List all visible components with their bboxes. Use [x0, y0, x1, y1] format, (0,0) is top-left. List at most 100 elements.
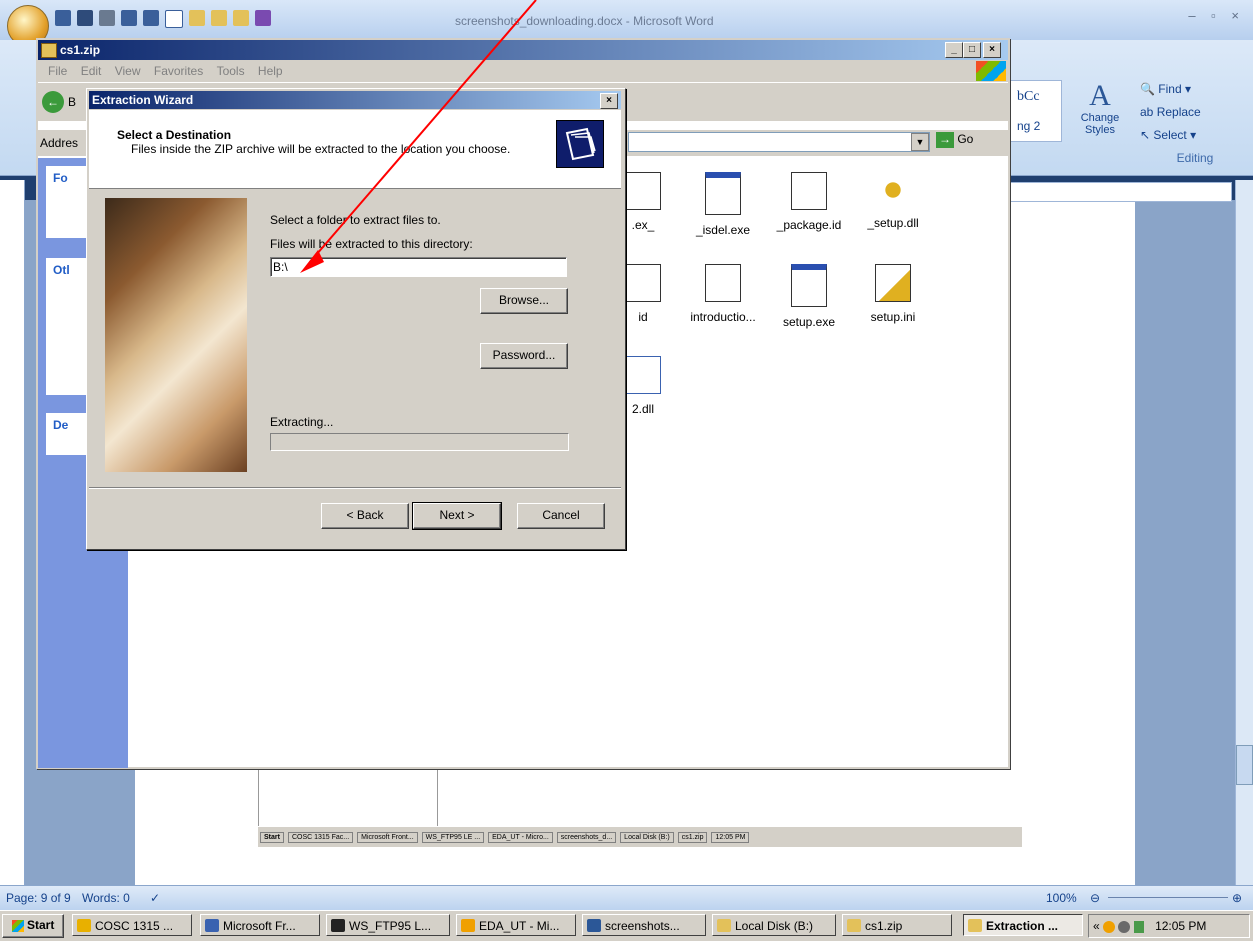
- quick-access-toolbar: [55, 10, 271, 30]
- file-name: id: [638, 310, 648, 324]
- file-item[interactable]: setup.exe: [764, 264, 854, 329]
- save-icon[interactable]: [55, 10, 71, 26]
- zip-folder-icon: [847, 919, 861, 932]
- new-document-icon[interactable]: [165, 10, 183, 28]
- browser-icon: [461, 919, 475, 932]
- menu-edit[interactable]: Edit: [81, 64, 102, 78]
- address-dropdown-icon[interactable]: ▼: [911, 133, 929, 151]
- wizard-subheading: Files inside the ZIP archive will be ext…: [131, 142, 511, 156]
- file-item[interactable]: introductio...: [678, 264, 768, 324]
- proofing-icon[interactable]: ✓: [150, 891, 160, 905]
- extracting-label: Extracting...: [270, 415, 334, 429]
- select-label: Select: [1153, 128, 1187, 142]
- taskbar-item-active[interactable]: Extraction ...: [963, 914, 1083, 936]
- word-count[interactable]: Words: 0: [82, 891, 130, 905]
- embedded-start-button: Start: [260, 831, 284, 843]
- back-button[interactable]: < Back: [321, 503, 409, 529]
- redo-icon[interactable]: [99, 10, 115, 26]
- address-input[interactable]: ▼: [628, 132, 930, 152]
- tray-expand-icon[interactable]: «: [1093, 919, 1100, 933]
- document-icon: [705, 264, 741, 302]
- destination-directory-input[interactable]: [270, 257, 567, 277]
- taskbar-item[interactable]: cs1.zip: [842, 914, 952, 936]
- taskbar-item[interactable]: WS_FTP95 L...: [326, 914, 450, 936]
- taskbar-item[interactable]: EDA_UT - Mi...: [456, 914, 576, 936]
- close-button[interactable]: ×: [983, 42, 1001, 58]
- find-label: Find: [1158, 82, 1182, 96]
- file-name: _package.id: [776, 218, 842, 232]
- menu-help[interactable]: Help: [258, 64, 283, 78]
- word-document-icon: [587, 919, 601, 932]
- wizard-close-button[interactable]: ×: [600, 93, 618, 109]
- print-preview-icon[interactable]: [143, 10, 159, 26]
- cancel-button[interactable]: Cancel: [517, 503, 605, 529]
- file-item[interactable]: _package.id: [764, 172, 854, 232]
- embedded-taskbar-image: Start COSC 1315 Fac... Microsoft Front..…: [258, 826, 1022, 847]
- password-button[interactable]: Password...: [480, 343, 568, 369]
- next-button[interactable]: Next >: [412, 502, 502, 530]
- edit-icon[interactable]: [211, 10, 227, 26]
- scrollbar-thumb[interactable]: [1236, 745, 1253, 785]
- tray-app-icon[interactable]: [1103, 920, 1116, 933]
- windows-flag-icon: [11, 919, 24, 932]
- tray-network-icon[interactable]: [1118, 920, 1131, 933]
- maximize-button[interactable]: □: [963, 42, 981, 58]
- system-tray: « 12:05 PM: [1088, 914, 1250, 938]
- go-button[interactable]: → Go: [936, 132, 973, 148]
- file-name: _setup.dll: [867, 216, 919, 230]
- embedded-clock: 12:05 PM: [711, 831, 750, 843]
- embedded-task: screenshots_d...: [556, 831, 617, 843]
- file-name: .ex_: [631, 218, 655, 232]
- dll-gear-icon: [876, 172, 910, 208]
- back-label[interactable]: B: [68, 95, 76, 109]
- task-label: Extraction ...: [986, 919, 1059, 933]
- clock[interactable]: 12:05 PM: [1155, 919, 1206, 933]
- editing-group: 🔍 Find ▾ ab Replace ↖ Select ▾ Editing: [1140, 78, 1250, 170]
- page-count[interactable]: Page: 9 of 9: [6, 891, 71, 905]
- menu-file[interactable]: File: [48, 64, 67, 78]
- file-item[interactable]: setup.ini: [848, 264, 938, 324]
- styles-gallery[interactable]: bCc ng 2: [1010, 80, 1062, 142]
- file-name: introductio...: [690, 310, 756, 324]
- spelling-icon[interactable]: [255, 10, 271, 26]
- taskbar-item[interactable]: screenshots...: [582, 914, 706, 936]
- wizard-separator: [89, 487, 621, 489]
- task-label: cs1.zip: [865, 919, 903, 933]
- print-icon[interactable]: [121, 10, 137, 26]
- zoom-in-icon[interactable]: ⊕: [1232, 891, 1242, 905]
- open-icon[interactable]: [189, 10, 205, 26]
- menu-tools[interactable]: Tools: [217, 64, 245, 78]
- taskbar-item[interactable]: Local Disk (B:): [712, 914, 836, 936]
- start-button[interactable]: Start: [2, 914, 64, 938]
- back-arrow-icon[interactable]: ←: [42, 91, 64, 113]
- file-item[interactable]: _setup.dll: [848, 172, 938, 230]
- folder-icon[interactable]: [233, 10, 249, 26]
- change-styles-button[interactable]: A Change Styles: [1068, 79, 1132, 137]
- word-window-controls[interactable]: – ▫ ×: [1188, 8, 1245, 23]
- zoom-level[interactable]: 100%: [1046, 891, 1077, 905]
- tray-volume-icon[interactable]: [1133, 920, 1144, 933]
- taskbar-item[interactable]: COSC 1315 ...: [72, 914, 192, 936]
- zoom-out-icon[interactable]: ⊖: [1090, 891, 1100, 905]
- embedded-task: Microsoft Front...: [357, 831, 418, 843]
- replace-button[interactable]: ab Replace: [1140, 101, 1250, 124]
- minimize-button[interactable]: _: [945, 42, 963, 58]
- browse-button[interactable]: Browse...: [480, 288, 568, 314]
- select-button[interactable]: ↖ Select ▾: [1140, 124, 1250, 147]
- word-window-title: screenshots_downloading.docx - Microsoft…: [455, 14, 714, 28]
- wizard-title-bar[interactable]: Extraction Wizard ×: [89, 91, 621, 109]
- change-styles-icon: A: [1089, 79, 1111, 112]
- menu-favorites[interactable]: Favorites: [154, 64, 203, 78]
- task-label: screenshots...: [605, 919, 680, 933]
- menu-view[interactable]: View: [115, 64, 141, 78]
- file-name: setup.ini: [870, 310, 916, 324]
- zoom-slider[interactable]: [1108, 897, 1228, 898]
- file-item[interactable]: _isdel.exe: [678, 172, 768, 237]
- browser-icon: [77, 919, 91, 932]
- find-button[interactable]: 🔍 Find ▾: [1140, 78, 1250, 101]
- wizard-side-image: [105, 198, 247, 472]
- taskbar-item[interactable]: Microsoft Fr...: [200, 914, 320, 936]
- undo-icon[interactable]: [77, 10, 93, 26]
- taskbar: Start COSC 1315 ... Microsoft Fr... WS_F…: [0, 910, 1253, 941]
- explorer-title-bar[interactable]: cs1.zip _ □ ×: [38, 40, 1008, 60]
